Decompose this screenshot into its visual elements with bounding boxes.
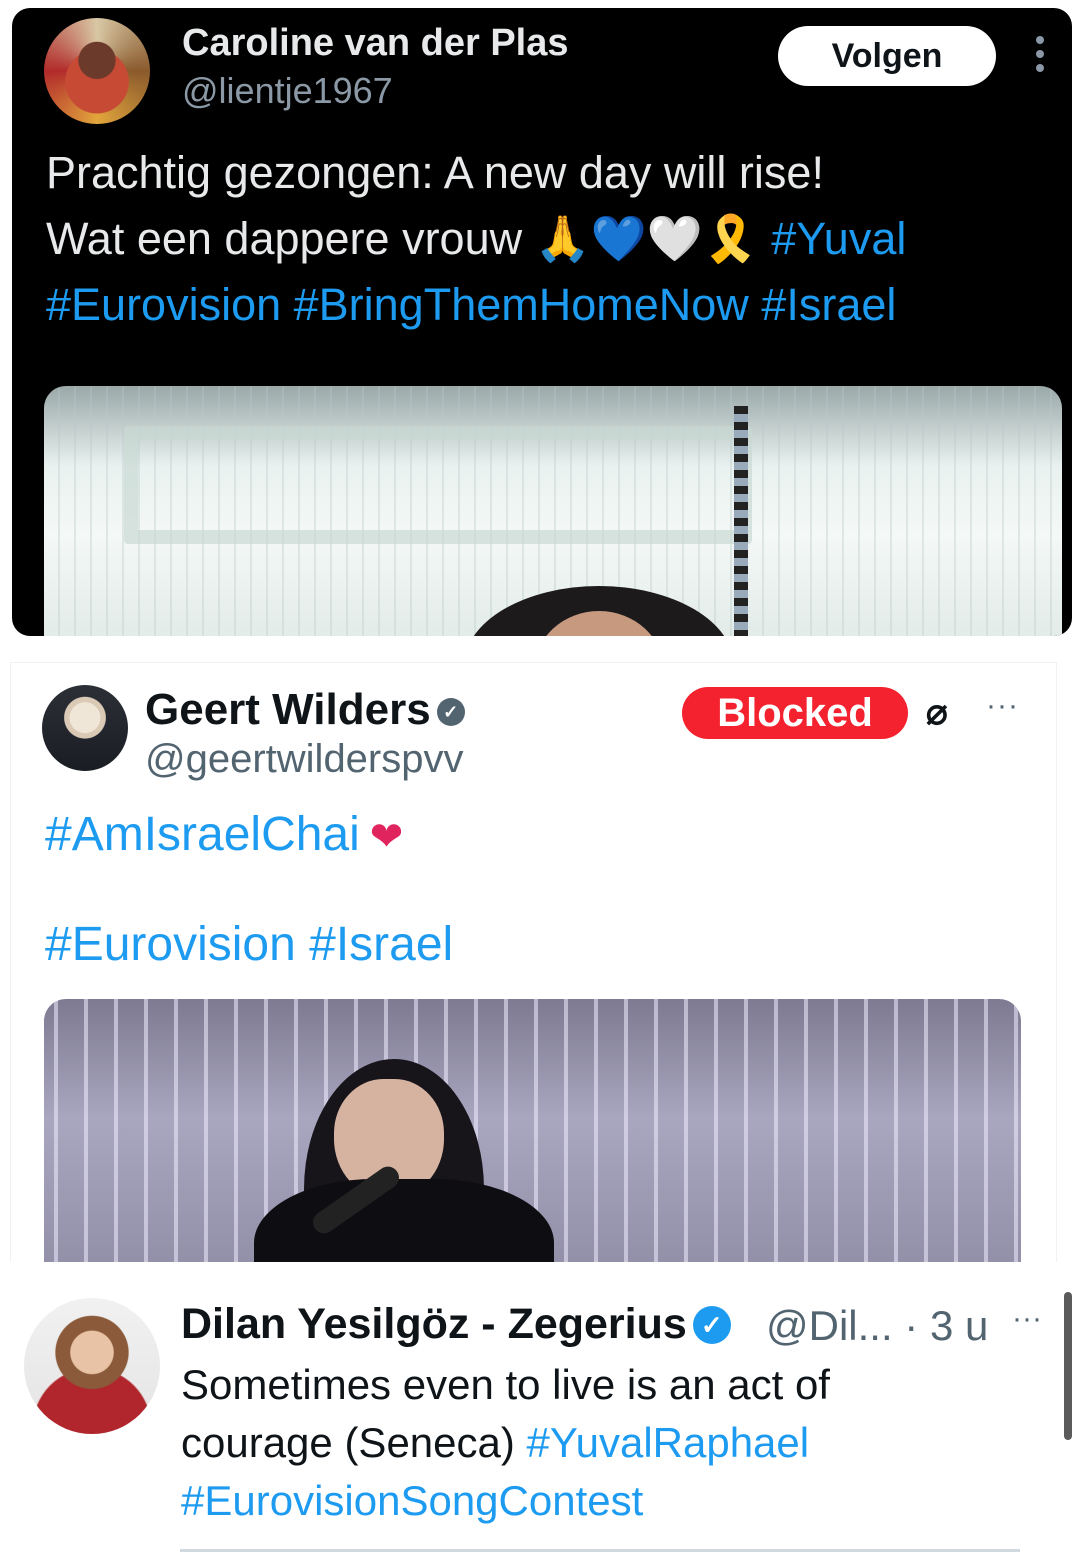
more-options-icon[interactable] [1028,34,1052,80]
tweet-text-line: Prachtig gezongen: A new day will rise! [46,147,824,198]
avatar[interactable] [42,685,128,771]
avatar[interactable] [44,18,150,124]
hashtag-link[interactable]: #Yuval [771,213,906,264]
author-name[interactable]: Caroline van der Plas [182,22,569,65]
handle-and-time[interactable]: @Dil... · 3 u [766,1302,988,1350]
blocked-button[interactable]: Blocked [682,687,908,739]
tweet-text: Prachtig gezongen: A new day will rise! … [46,140,1056,338]
tweet-text-line: #AmIsraelChai ❤ [45,807,403,862]
block-icon[interactable]: ⌀ [926,691,948,733]
hashtag-links[interactable]: #Eurovision #Israel [45,917,453,972]
author-name[interactable]: Geert Wilders ✓ [145,685,465,735]
avatar[interactable] [24,1298,160,1434]
heart-icon: ❤ [369,815,404,859]
tweet-media-image[interactable] [44,999,1021,1283]
stage-frame [124,426,752,544]
hashtag-links[interactable]: #Eurovision #BringThemHomeNow #Israel [46,272,1056,338]
tweet-text: Sometimes even to live is an act of cour… [181,1356,1041,1530]
divider [180,1549,1020,1552]
author-name-text: Geert Wilders [145,685,431,734]
author-handle[interactable]: @lientje1967 [182,70,393,112]
tweet-text-plain: courage (Seneca) [181,1419,515,1466]
author-handle[interactable]: @geertwilderspvv [145,737,464,782]
stage-divider [734,406,748,636]
tweet-text-line: Sometimes even to live is an act of [181,1361,830,1408]
tweet-caroline[interactable]: Caroline van der Plas @lientje1967 Volge… [12,8,1072,636]
tweet-text-plain: Wat een dappere vrouw 🙏💙🤍🎗️ [46,213,759,264]
tweet-yesilgoz[interactable]: Dilan Yesilgöz - Zegerius ✓ @Dil... · 3 u… [0,1262,1079,1553]
tweet-wilders[interactable]: Geert Wilders ✓ @geertwilderspvv Blocked … [10,662,1057,1284]
tweet-media-image[interactable] [44,386,1062,636]
tweet-text-line: courage (Seneca) #YuvalRaphael [181,1414,1041,1472]
author-name[interactable]: Dilan Yesilgöz - Zegerius ✓ [181,1300,731,1349]
hashtag-link[interactable]: #YuvalRaphael [527,1419,810,1466]
hashtag-link[interactable]: #AmIsraelChai [45,808,360,861]
follow-button[interactable]: Volgen [778,26,996,86]
more-options-icon[interactable]: ··· [1012,1302,1042,1336]
tweet-text-line: Wat een dappere vrouw 🙏💙🤍🎗️ #Yuval [46,206,1056,272]
verified-badge-icon: ✓ [692,1306,731,1344]
more-options-icon[interactable]: ··· [986,689,1019,723]
hashtag-link[interactable]: #EurovisionSongContest [181,1472,1041,1530]
scrollbar[interactable] [1064,1292,1072,1440]
verified-badge-icon: ✓ [436,698,465,726]
author-name-text: Dilan Yesilgöz - Zegerius [181,1300,687,1348]
